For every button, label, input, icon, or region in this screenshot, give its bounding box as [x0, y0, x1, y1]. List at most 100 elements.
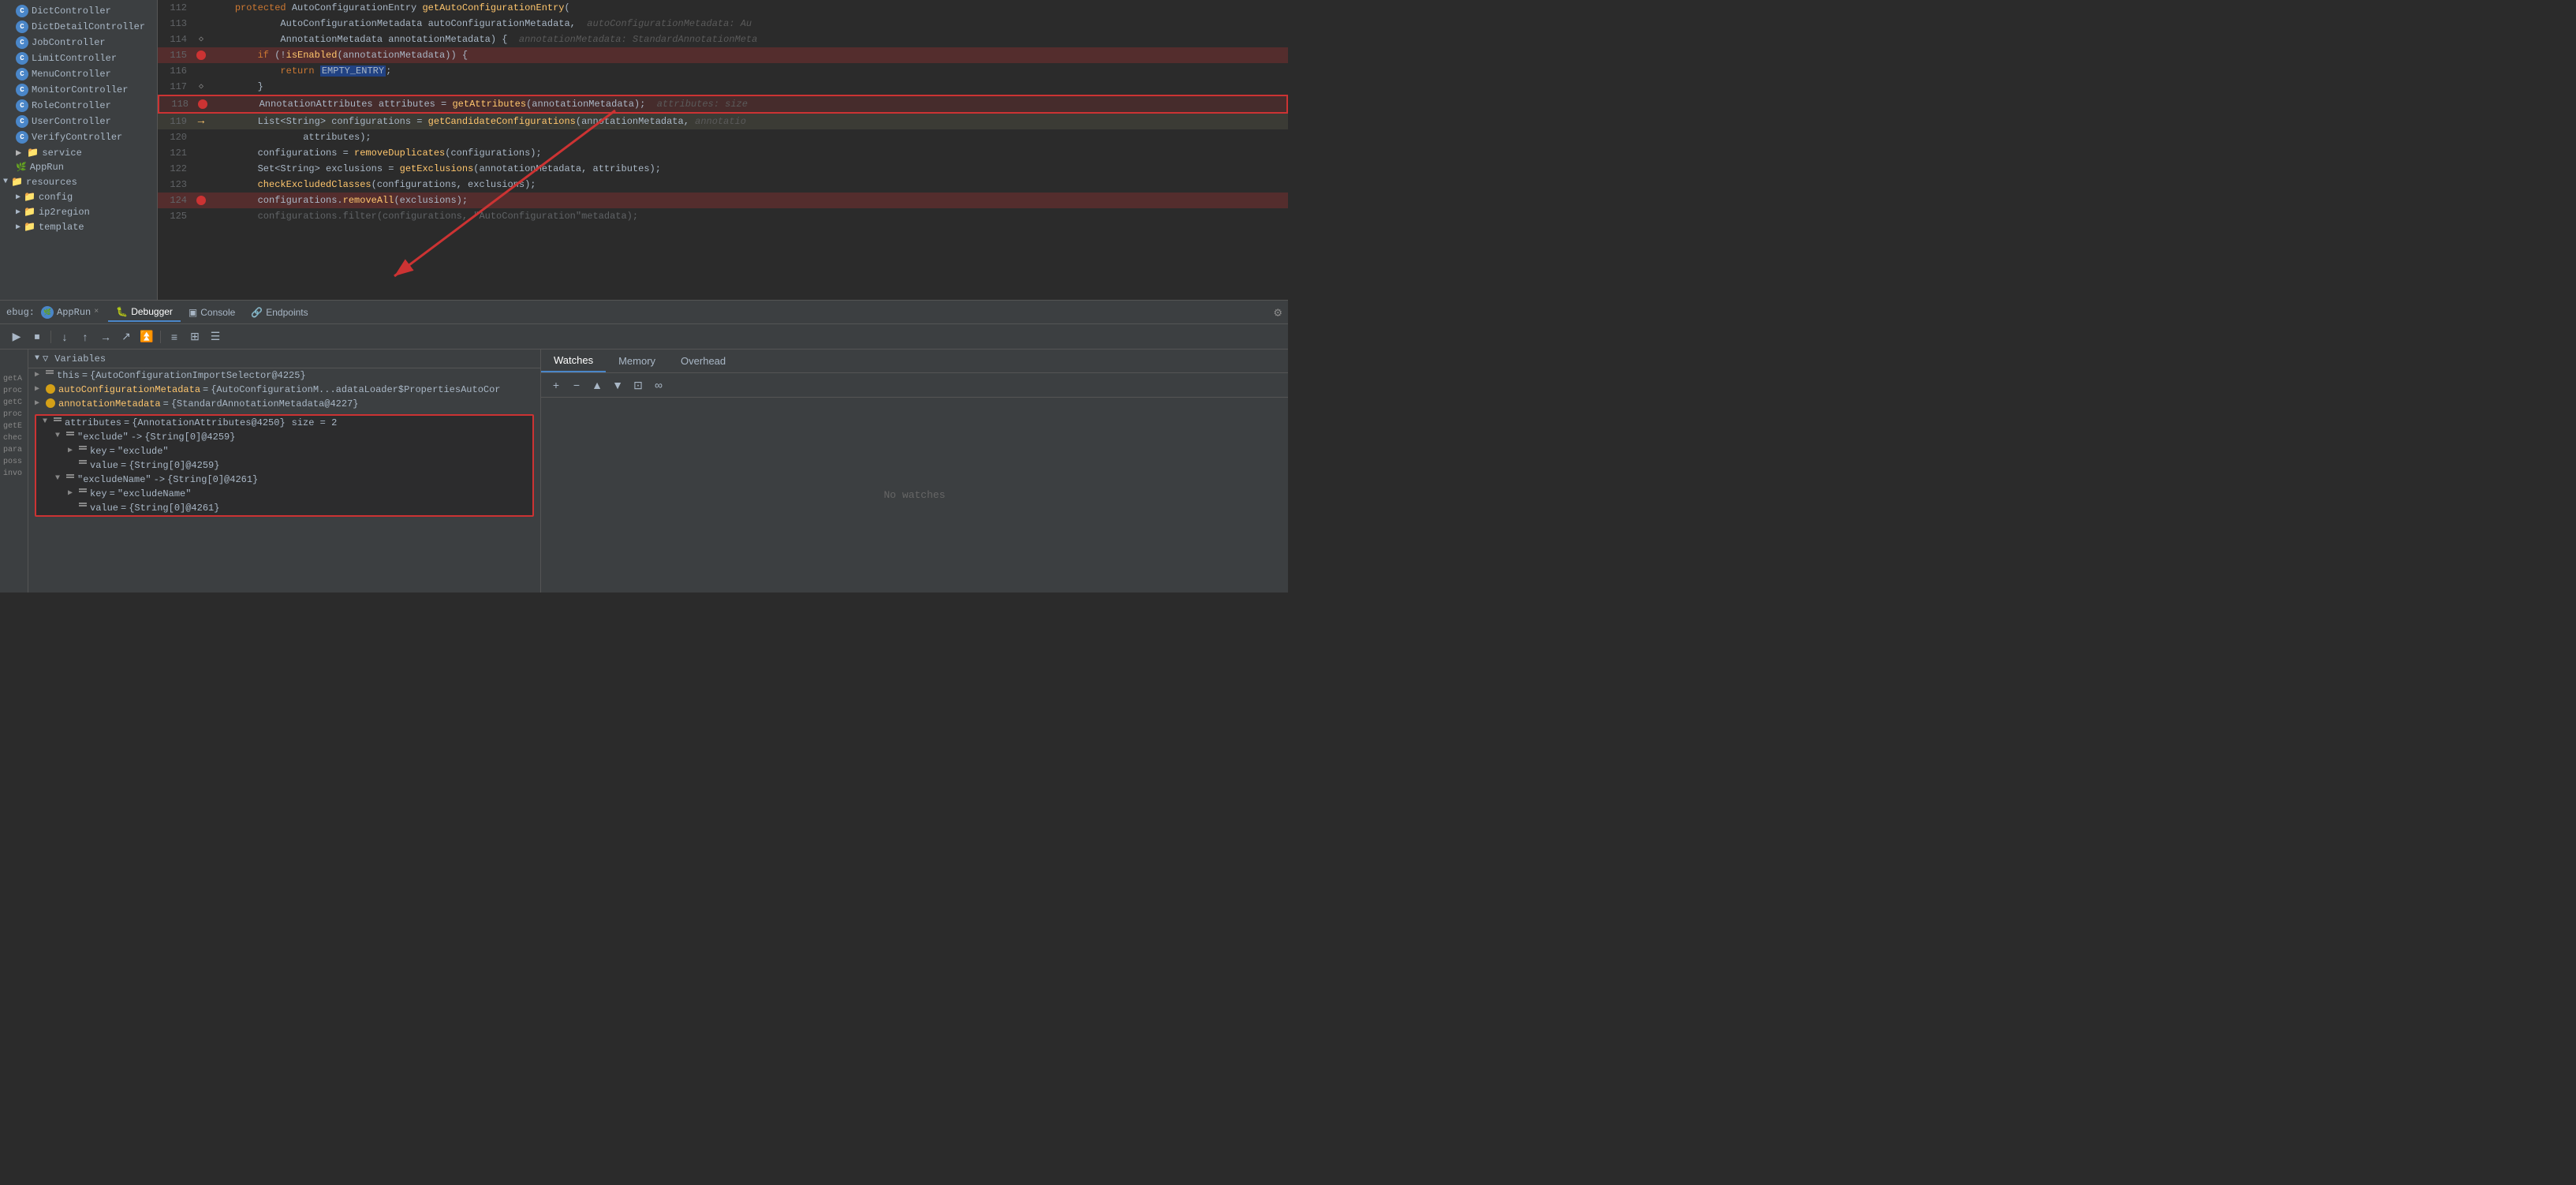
watch-down-btn[interactable]: ▼: [609, 376, 626, 394]
size-label: size = 2: [292, 417, 338, 428]
var-row-exclude-value[interactable]: ▶ value = {String[0]@4259}: [36, 458, 532, 473]
code-line-124: 124 configurations.removeAll(exclusions)…: [158, 193, 1288, 208]
tree-item-usercontroller[interactable]: C UserController: [0, 114, 157, 129]
settings-gear-icon[interactable]: ⚙: [1274, 305, 1282, 320]
close-tab-icon[interactable]: ×: [94, 308, 99, 316]
folder-icon: 📁: [11, 176, 23, 188]
tree-item-resources[interactable]: ▼ 📁 resources: [0, 174, 157, 189]
gold-dot-icon: [46, 398, 55, 408]
var-row-excludename[interactable]: ▼ "excludeName" -> {String[0]@4261}: [36, 473, 532, 487]
class-icon: C: [16, 21, 28, 33]
step-out-btn[interactable]: →: [96, 327, 115, 346]
remove-watch-btn[interactable]: −: [568, 376, 585, 394]
tab-watches[interactable]: Watches: [541, 350, 606, 372]
tree-item-jobcontroller[interactable]: C JobController: [0, 35, 157, 50]
tree-item-template[interactable]: ▶ 📁 template: [0, 219, 157, 234]
step-over-btn[interactable]: ↓: [55, 327, 74, 346]
filter-icon[interactable]: ▽: [43, 353, 48, 364]
stack-label-getc: getC: [0, 397, 28, 409]
expand-arrow: ▶: [68, 488, 76, 498]
toolbar-sep-2: [160, 331, 161, 343]
run-to-cursor-btn[interactable]: ↗: [117, 327, 136, 346]
folder-icon: ▶ 📁: [16, 147, 39, 159]
var-icon: [66, 474, 74, 478]
resume-btn[interactable]: ▶: [7, 327, 26, 346]
tree-label: MonitorController: [32, 84, 128, 95]
stack-label-chec: chec: [0, 432, 28, 444]
tree-label: DictController: [32, 6, 111, 17]
expand-arrow: ▶: [68, 446, 76, 455]
var-row-exclude[interactable]: ▼ "exclude" -> {String[0]@4259}: [36, 430, 532, 444]
tree-label: config: [39, 192, 73, 203]
variables-panel: ▼ ▽ Variables ▶ this = {AutoConfiguratio…: [28, 350, 541, 592]
tree-label: RoleController: [32, 100, 111, 111]
call-stack-labels: getA proc getC proc getE chec para poss …: [0, 350, 28, 592]
variables-header: ▼ ▽ Variables: [28, 350, 540, 368]
toolbar-sep-1: [50, 331, 51, 343]
tab-debugger[interactable]: 🐛 Debugger: [108, 303, 181, 322]
var-row-attributes[interactable]: ▼ attributes = {AnnotationAttributes@425…: [36, 416, 532, 430]
app-icon: 🌿: [41, 306, 54, 319]
tree-label: AppRun: [30, 162, 64, 173]
var-row-exclude-key[interactable]: ▶ key = "exclude": [36, 444, 532, 458]
expand-arrow: ▶: [35, 398, 43, 408]
code-line-115: 115 if (!isEnabled(annotationMetadata)) …: [158, 47, 1288, 63]
code-line-125: 125 configurations.filter(configurations…: [158, 208, 1288, 224]
tree-item-apprun[interactable]: 🌿 AppRun: [0, 160, 157, 174]
stop-btn[interactable]: ⏹: [28, 327, 47, 346]
tree-label: service: [42, 148, 81, 159]
expand-arrow: ▼: [55, 474, 63, 483]
var-icon: [79, 446, 87, 450]
step-into-btn[interactable]: ↑: [76, 327, 95, 346]
tree-item-dictcontroller[interactable]: C DictController: [0, 3, 157, 19]
tree-label: UserController: [32, 116, 111, 127]
right-panel: Watches Memory Overhead + − ▲ ▼ ⊡ ∞ No w…: [541, 350, 1288, 592]
tree-item-rolecontroller[interactable]: C RoleController: [0, 98, 157, 114]
expand-arrow: ▼: [55, 432, 63, 440]
var-row-autoconfig[interactable]: ▶ autoConfigurationMetadata = {AutoConfi…: [28, 383, 540, 397]
right-panel-tabs: Watches Memory Overhead: [541, 350, 1288, 373]
var-icon: [79, 460, 87, 464]
tree-item-config[interactable]: ▶ 📁 config: [0, 189, 157, 204]
var-icon: [66, 432, 74, 435]
watch-infinity-btn[interactable]: ∞: [650, 376, 667, 394]
settings-btn[interactable]: ☰: [206, 327, 225, 346]
var-icon: [46, 370, 54, 374]
tab-console[interactable]: ▣ Console: [181, 304, 243, 321]
app-run-tab[interactable]: 🌿 AppRun ×: [41, 306, 99, 319]
folder-icon: 📁: [24, 191, 35, 203]
tree-item-limitcontroller[interactable]: C LimitController: [0, 50, 157, 66]
code-line-113: 113 AutoConfigurationMetadata autoConfig…: [158, 16, 1288, 32]
threads-btn[interactable]: ⊞: [185, 327, 204, 346]
folder-icon: 📁: [24, 206, 35, 218]
tree-label: resources: [26, 177, 77, 188]
tab-memory[interactable]: Memory: [606, 350, 668, 372]
tab-overhead[interactable]: Overhead: [668, 350, 738, 372]
watch-copy-btn[interactable]: ⊡: [629, 376, 647, 394]
frames-btn[interactable]: ≡: [165, 327, 184, 346]
var-row-this[interactable]: ▶ this = {AutoConfigurationImportSelecto…: [28, 368, 540, 383]
tree-item-dictdetailcontroller[interactable]: C DictDetailController: [0, 19, 157, 35]
code-line-122: 122 Set<String> exclusions = getExclusio…: [158, 161, 1288, 177]
var-icon: [54, 417, 62, 421]
tree-item-service[interactable]: ▶ 📁 service: [0, 145, 157, 160]
var-row-annotationmeta[interactable]: ▶ annotationMetadata = {StandardAnnotati…: [28, 397, 540, 411]
code-line-119: 119 → List<String> configurations = getC…: [158, 114, 1288, 129]
variables-label: Variables: [54, 353, 106, 364]
watch-up-btn[interactable]: ▲: [588, 376, 606, 394]
tree-label: template: [39, 222, 84, 233]
gold-dot-icon: [46, 384, 55, 394]
var-row-excludename-value[interactable]: ▶ value = {String[0]@4261}: [36, 501, 532, 515]
endpoints-tab-icon: 🔗: [251, 307, 263, 318]
tab-endpoints[interactable]: 🔗 Endpoints: [243, 304, 315, 321]
variables-collapse[interactable]: ▼: [35, 354, 39, 363]
evaluate-btn[interactable]: ⏫: [137, 327, 156, 346]
tree-item-monitorcontroller[interactable]: C MonitorController: [0, 82, 157, 98]
tree-item-menucontroller[interactable]: C MenuController: [0, 66, 157, 82]
add-watch-btn[interactable]: +: [547, 376, 565, 394]
expand-arrow: ▼: [43, 417, 50, 426]
tree-item-verifycontroller[interactable]: C VerifyController: [0, 129, 157, 145]
tree-item-ip2region[interactable]: ▶ 📁 ip2region: [0, 204, 157, 219]
var-row-excludename-key[interactable]: ▶ key = "excludeName": [36, 487, 532, 501]
code-line-120: 120 attributes);: [158, 129, 1288, 145]
